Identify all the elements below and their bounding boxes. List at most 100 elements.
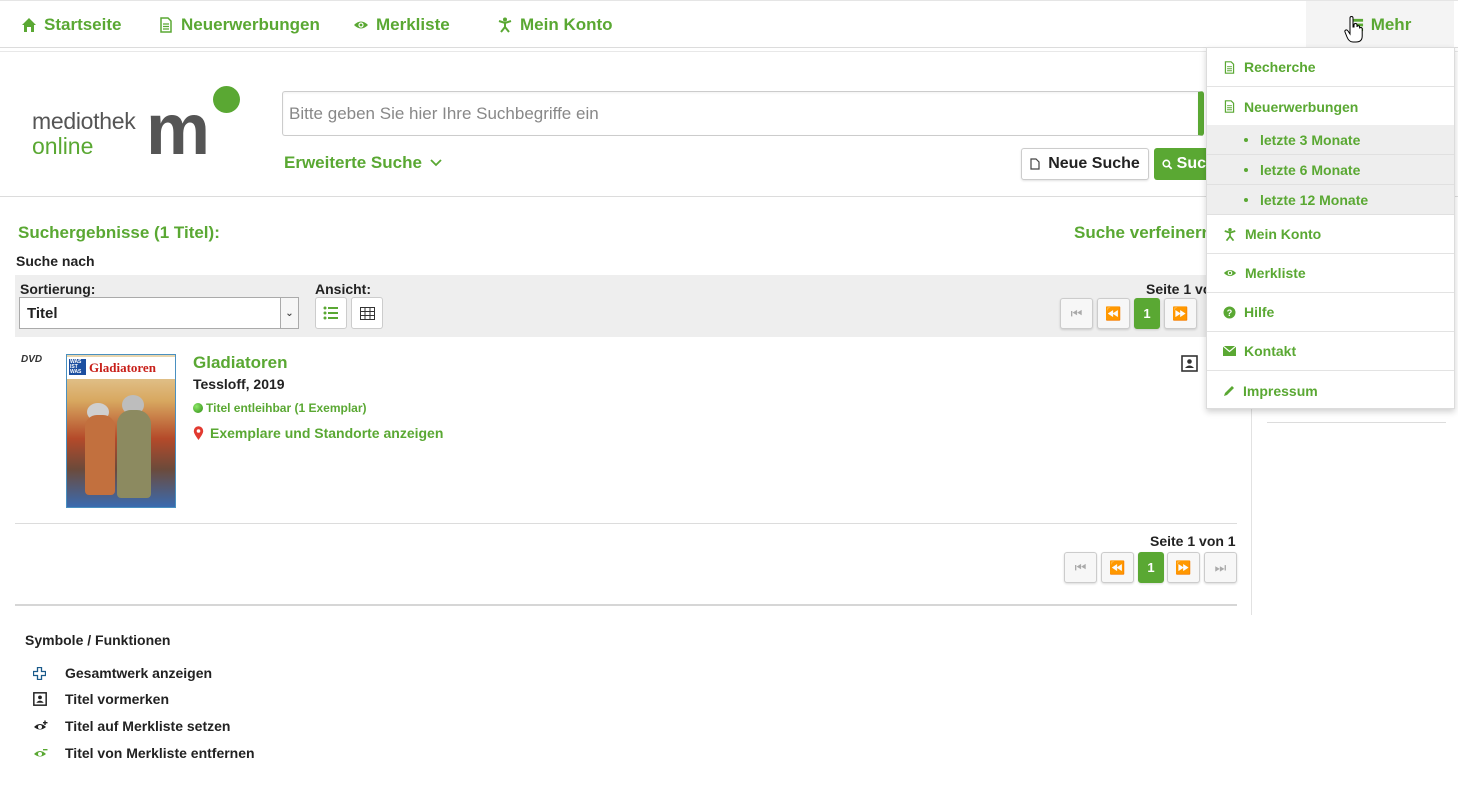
cover-badge: WAS IST WAS <box>69 359 86 375</box>
search-input[interactable]: Bitte geben Sie hier Ihre Suchbegriffe e… <box>282 91 1204 136</box>
symbol-label: Titel auf Merkliste setzen <box>65 718 231 734</box>
show-locations-label: Exemplare und Standorte anzeigen <box>210 425 444 441</box>
logo[interactable]: mediothek online m <box>32 84 242 166</box>
sidebar-line <box>1267 422 1446 423</box>
pencil-icon <box>1224 385 1234 396</box>
logo-dot <box>213 86 240 113</box>
refine-search-link[interactable]: Suche verfeinern <box>1074 223 1207 243</box>
menu-item-watchlist[interactable]: Merkliste <box>1207 254 1454 293</box>
item-publisher: Tessloff, 2019 <box>193 376 285 392</box>
document-icon <box>1224 100 1235 113</box>
logo-text-line1: mediothek <box>32 108 136 134</box>
symbol-label: Titel von Merkliste entfernen <box>65 745 255 761</box>
nav-new-acquisitions[interactable]: Neuerwerbungen <box>158 15 320 35</box>
menu-subitem-6-months[interactable]: letzte 6 Monate <box>1207 155 1454 185</box>
eye-icon <box>354 21 368 29</box>
next-page-icon: ⏩ <box>1175 559 1192 575</box>
availability-text: Titel entleihbar (1 Exemplar) <box>206 401 367 415</box>
nav-home[interactable]: Startseite <box>21 15 121 35</box>
new-search-button[interactable]: Neue Suche <box>1021 148 1149 180</box>
hand-cursor-icon <box>1344 16 1363 43</box>
menu-item-label: Hilfe <box>1244 304 1275 320</box>
prev-page-icon: ⏪ <box>1109 559 1126 575</box>
nav-watchlist[interactable]: Merkliste <box>353 15 450 35</box>
sort-label: Sortierung: <box>20 281 96 297</box>
svg-text:?: ? <box>1227 308 1233 318</box>
search-button-label: Suc <box>1176 155 1206 172</box>
map-pin-icon <box>193 425 204 440</box>
menu-item-account[interactable]: Mein Konto <box>1207 215 1454 254</box>
top-navigation: Startseite Neuerwerbungen Merkliste Mein… <box>0 0 1458 48</box>
nav-home-label: Startseite <box>44 15 122 34</box>
cover-title-band: WAS IST WAS Gladiatoren <box>67 357 175 379</box>
page-info-top: Seite 1 von 1 <box>1146 281 1206 297</box>
symbol-row: Titel vormerken <box>33 691 169 707</box>
symbol-row: Gesamtwerk anzeigen <box>33 665 212 681</box>
table-view-button[interactable] <box>351 297 383 329</box>
last-page-icon: ⏭ <box>1214 559 1227 575</box>
results-bottom-divider <box>15 604 1237 606</box>
sort-select-value: Titel <box>27 305 58 322</box>
menu-item-label: Merkliste <box>1245 265 1306 281</box>
results-heading: Suchergebnisse (1 Titel): <box>18 223 220 242</box>
menu-subitem-12-months[interactable]: letzte 12 Monate <box>1207 185 1454 215</box>
search-icon <box>1162 159 1173 169</box>
advanced-search-toggle[interactable]: Erweiterte Suche <box>284 153 442 173</box>
advanced-search-label: Erweiterte Suche <box>284 153 422 172</box>
menu-subitem-3-months[interactable]: letzte 3 Monate <box>1207 125 1454 155</box>
home-icon <box>22 18 36 32</box>
first-page-icon: ⏮ <box>1074 559 1087 575</box>
search-button[interactable]: Suc <box>1154 148 1206 180</box>
symbol-row: Titel von Merkliste entfernen <box>33 745 255 761</box>
nav-new-label: Neuerwerbungen <box>181 15 320 34</box>
first-page-icon: ⏮ <box>1070 305 1083 321</box>
eye-icon <box>1223 269 1237 277</box>
nav-more-button[interactable]: Mehr <box>1306 1 1454 48</box>
symbol-label: Titel vormerken <box>65 691 170 707</box>
first-page-button[interactable]: ⏮ <box>1064 552 1097 583</box>
menu-item-contact[interactable]: Kontakt <box>1207 332 1454 371</box>
eye-remove-icon <box>34 749 48 757</box>
cover-title: Gladiatoren <box>89 360 156 375</box>
document-icon <box>1030 158 1040 170</box>
eye-add-icon <box>34 720 48 730</box>
item-title-link[interactable]: Gladiatoren <box>193 353 287 373</box>
menu-item-label: Impressum <box>1243 382 1318 399</box>
menu-item-label: Mein Konto <box>1245 226 1322 242</box>
person-icon <box>498 17 512 33</box>
prev-page-button[interactable]: ⏪ <box>1101 552 1134 583</box>
list-view-button[interactable] <box>315 297 347 329</box>
next-page-button[interactable]: ⏩ <box>1164 298 1197 329</box>
menu-item-label: Kontakt <box>1244 343 1297 359</box>
reserve-icon <box>33 692 47 706</box>
list-icon <box>323 306 338 320</box>
next-page-button[interactable]: ⏩ <box>1167 552 1200 583</box>
available-indicator-icon <box>193 403 203 413</box>
reserve-icon[interactable] <box>1181 355 1198 372</box>
menu-item-help[interactable]: ? Hilfe <box>1207 293 1454 332</box>
menu-item-recherche[interactable]: Recherche <box>1207 48 1454 87</box>
question-icon: ? <box>1223 306 1236 318</box>
current-page-button[interactable]: 1 <box>1138 552 1164 583</box>
cover-image[interactable]: WAS IST WAS Gladiatoren <box>66 354 176 508</box>
page-info-bottom: Seite 1 von 1 <box>1150 533 1236 549</box>
menu-subitem-label: letzte 6 Monate <box>1260 161 1361 178</box>
symbol-row: Titel auf Merkliste setzen <box>33 718 230 734</box>
last-page-button[interactable]: ⏭ <box>1204 552 1237 583</box>
next-page-icon: ⏩ <box>1172 305 1189 321</box>
menu-item-imprint[interactable]: Impressum <box>1207 371 1454 410</box>
envelope-icon <box>1223 346 1236 356</box>
search-for-label: Suche nach <box>16 253 95 269</box>
sort-select[interactable]: Titel ⌄ <box>19 297 299 329</box>
menu-item-neuerwerbungen[interactable]: Neuerwerbungen <box>1207 87 1454 126</box>
prev-page-button[interactable]: ⏪ <box>1097 298 1130 329</box>
nav-account-label: Mein Konto <box>520 15 613 34</box>
document-icon <box>1224 60 1235 74</box>
table-icon <box>359 306 375 320</box>
menu-item-label: Neuerwerbungen <box>1244 98 1359 115</box>
show-locations-link[interactable]: Exemplare und Standorte anzeigen <box>193 425 443 441</box>
first-page-button[interactable]: ⏮ <box>1060 298 1093 329</box>
nav-account[interactable]: Mein Konto <box>497 15 613 35</box>
current-page-button[interactable]: 1 <box>1134 298 1160 329</box>
symbol-label: Gesamtwerk anzeigen <box>65 665 213 681</box>
